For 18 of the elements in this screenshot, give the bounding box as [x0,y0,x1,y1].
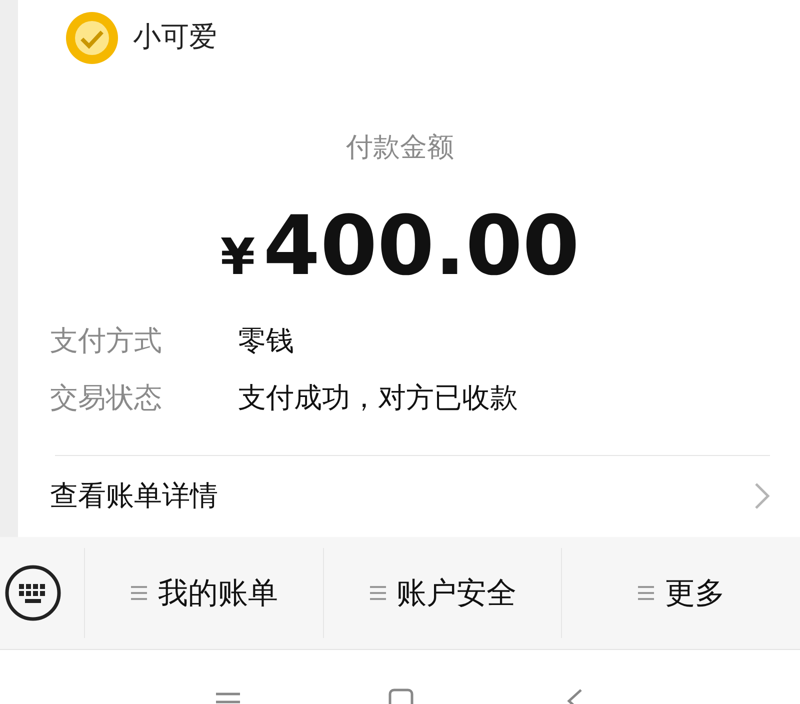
menu-icon [637,584,656,602]
menu-button[interactable]: 账户安全 [322,548,562,638]
payment-amount: 400.00 [263,198,580,296]
detail-label: 支付方式 [50,322,163,358]
amount-label: 付款金额 [345,131,455,165]
avatar-icon [66,12,118,64]
payee-name: 小可爱 [133,19,217,55]
keyboard-icon[interactable] [4,564,62,622]
menu-button[interactable]: 我的账单 [84,548,323,638]
menu-button[interactable]: 更多 [561,548,800,638]
detail-label: 交易状态 [50,380,163,416]
detail-value: 零钱 [238,322,294,358]
menu-icon [368,584,386,602]
currency-symbol: ¥ [220,227,256,288]
bill-details-link[interactable]: 查看账单详情 [50,475,770,517]
chevron-icon [754,482,770,510]
menu-icon [130,584,148,602]
detail-value: 支付成功，对方已收款 [238,380,518,416]
